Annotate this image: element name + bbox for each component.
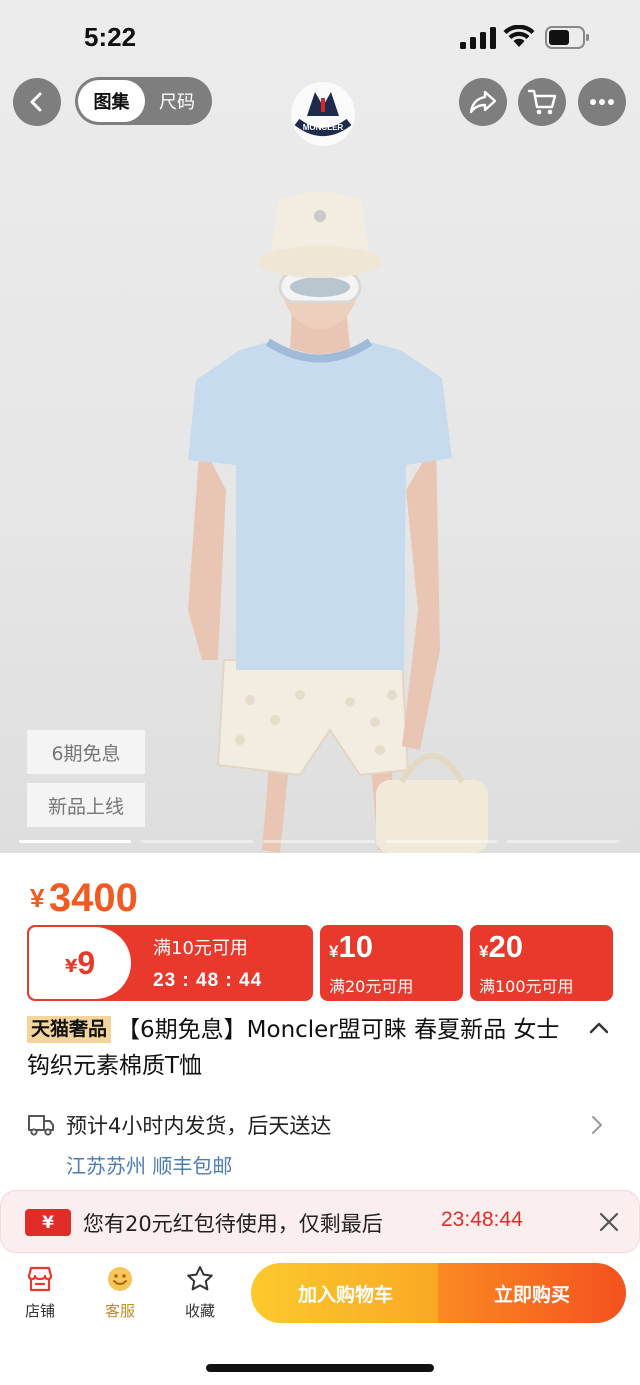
cart-button[interactable] [518, 78, 566, 126]
coupon-condition: 满10元可用 [153, 938, 248, 959]
wifi-icon [503, 25, 535, 47]
truck-icon [28, 1115, 54, 1136]
gallery-indicator [507, 840, 619, 843]
back-button[interactable] [13, 78, 61, 126]
gallery-indicator [19, 840, 131, 843]
more-dots-icon [590, 99, 614, 105]
gallery-indicator [385, 840, 497, 843]
brand-logo-text: MONCLER [303, 123, 344, 132]
chevron-right-icon[interactable] [591, 1115, 603, 1135]
close-icon[interactable] [598, 1211, 620, 1233]
nav-favorite[interactable]: 收藏 [170, 1264, 230, 1324]
customer-service-icon [108, 1267, 132, 1291]
nav-shop[interactable]: 店铺 [10, 1264, 70, 1324]
nav-shop-label: 店铺 [24, 1302, 55, 1320]
buy-now-button[interactable]: 立即购买 [438, 1263, 626, 1323]
delivery-estimate[interactable]: 预计4小时内发货，后天送达 [66, 1110, 331, 1140]
star-icon [187, 1266, 213, 1291]
product-title: 天猫奢品 【6期免息】Moncler盟可睐 春夏新品 女士钩织元素棉质T恤 [27, 1012, 582, 1084]
nav-customer-service[interactable]: 客服 [90, 1264, 150, 1324]
gallery-indicator [141, 840, 253, 843]
share-button[interactable] [459, 78, 507, 126]
nav-favorite-label: 收藏 [184, 1302, 215, 1320]
chevron-left-icon [30, 92, 42, 112]
cart-icon [527, 89, 557, 115]
moncler-logo[interactable]: MONCLER [285, 78, 361, 148]
red-packet-countdown: 23:48:44 [441, 1208, 523, 1231]
gallery-indicator [263, 840, 375, 843]
coupon-value: ¥20 [479, 929, 523, 965]
coupon-value: ¥ 9 [29, 927, 131, 999]
tab-size[interactable]: 尺码 [145, 80, 209, 122]
red-packet-banner[interactable]: ¥ 您有20元红包待使用，仅剩最后 23:48:44 [0, 1190, 640, 1253]
red-packet-icon: ¥ [25, 1209, 71, 1236]
coupon-card[interactable]: ¥ 9 满10元可用 23 : 48 : 44 [27, 925, 313, 1001]
installment-tag: 6期免息 [27, 730, 145, 774]
coupon-card[interactable]: ¥20 满100元可用 [470, 925, 613, 1001]
tmall-luxury-badge: 天猫奢品 [27, 1016, 112, 1043]
coupon-amount: 9 [77, 944, 96, 981]
status-bar: 5:22 [0, 0, 640, 72]
coupon-value: ¥10 [329, 929, 373, 965]
coupon-currency: ¥ [64, 955, 78, 977]
coupon-card[interactable]: ¥10 满20元可用 [320, 925, 463, 1001]
share-icon [469, 90, 497, 114]
price-amount: 3400 [48, 876, 138, 920]
product-photo [188, 192, 488, 853]
shop-icon [27, 1266, 53, 1292]
coupon-condition: 满20元可用 [329, 977, 414, 996]
ship-from-location: 江苏苏州 顺丰包邮 [66, 1154, 233, 1178]
product-price: ¥ 3400 [30, 876, 138, 921]
coupon-condition: 满100元可用 [479, 977, 574, 996]
new-arrival-tag: 新品上线 [27, 783, 145, 827]
red-packet-text: 您有20元红包待使用，仅剩最后 [83, 1212, 383, 1236]
coupon-amount: 10 [338, 929, 373, 964]
nav-customer-service-label: 客服 [104, 1302, 135, 1320]
status-time: 5:22 [84, 22, 137, 52]
product-image-gallery[interactable]: 5:22 图集 尺码 MONCLER 6期免息 新品上线 [0, 0, 640, 853]
tab-gallery[interactable]: 图集 [78, 80, 145, 122]
add-to-cart-button[interactable]: 加入购物车 [251, 1263, 440, 1323]
chevron-up-icon[interactable] [588, 1021, 610, 1035]
battery-icon [545, 26, 589, 49]
gallery-tab-switch: 图集 尺码 [75, 77, 212, 125]
home-indicator [206, 1364, 434, 1372]
coupon-amount: 20 [488, 929, 523, 964]
cellular-signal-icon [460, 27, 496, 49]
more-button[interactable] [578, 78, 626, 126]
price-currency: ¥ [30, 883, 45, 913]
coupon-countdown: 23 : 48 : 44 [153, 970, 263, 991]
